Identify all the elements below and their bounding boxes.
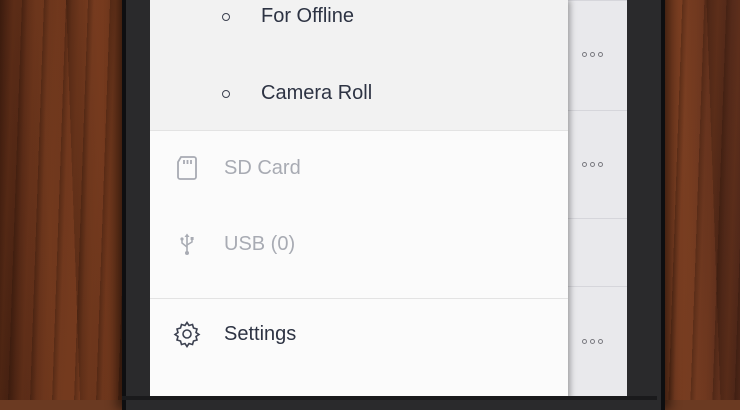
more-dots-icon[interactable] <box>582 52 603 57</box>
menu-item-usb[interactable]: USB (0) <box>172 229 295 259</box>
menu-item-camera-roll[interactable]: Camera Roll <box>222 82 372 105</box>
phone-bottom-edge <box>122 396 657 400</box>
bullet-icon <box>222 12 230 21</box>
gear-icon <box>172 319 202 349</box>
menu-item-label: Settings <box>224 322 297 345</box>
usb-icon <box>172 229 202 259</box>
menu-item-for-offline[interactable]: For Offline <box>222 5 354 28</box>
menu-item-label: For Offline <box>261 5 354 27</box>
phone-screen: For Offline Camera Roll SD Card USB (0) … <box>150 0 627 400</box>
menu-item-label: Camera Roll <box>261 82 373 104</box>
divider <box>150 298 568 299</box>
menu-item-label: SD Card <box>224 156 301 179</box>
sd-card-icon <box>172 153 202 183</box>
divider <box>150 130 568 131</box>
list-row-divider <box>568 218 627 219</box>
menu-item-label: USB (0) <box>224 232 296 255</box>
list-row-divider <box>568 110 627 111</box>
more-dots-icon[interactable] <box>582 339 603 344</box>
navigation-drawer: For Offline Camera Roll SD Card USB (0) … <box>150 0 568 400</box>
drawer-submenu-section <box>150 0 568 130</box>
list-row-divider <box>568 286 627 287</box>
more-dots-icon[interactable] <box>582 162 603 167</box>
menu-item-sd-card[interactable]: SD Card <box>172 153 301 183</box>
bullet-icon <box>222 89 230 98</box>
background-file-list <box>568 0 627 400</box>
list-row <box>568 0 627 1</box>
drawer-main-section <box>150 130 568 400</box>
menu-item-settings[interactable]: Settings <box>172 319 296 349</box>
